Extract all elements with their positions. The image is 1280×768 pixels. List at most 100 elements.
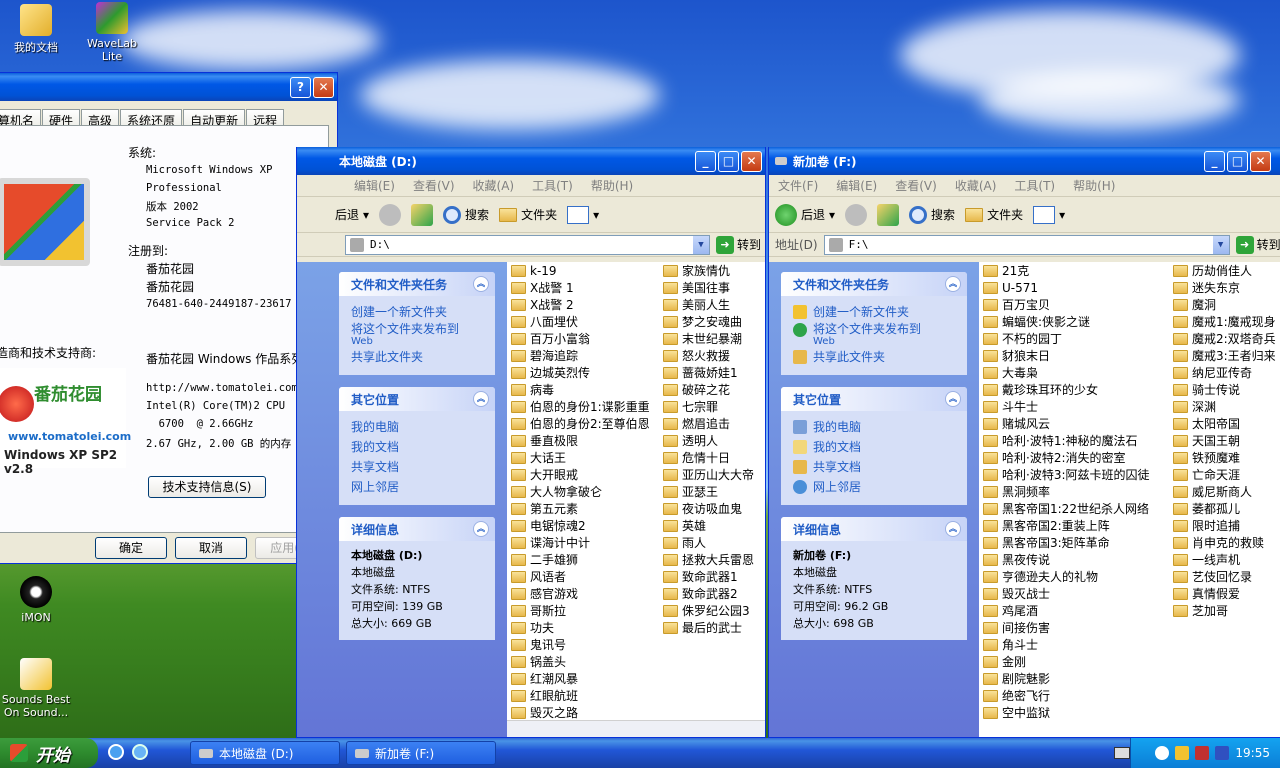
menu-view[interactable]: 查看(V)	[886, 177, 946, 194]
minimize-button[interactable]: _	[1204, 151, 1225, 172]
task-new-folder[interactable]: 创建一个新文件夹	[793, 302, 955, 322]
folders-button[interactable]: 文件夹	[499, 206, 557, 223]
folder-item[interactable]: 绝密飞行	[983, 687, 1150, 704]
folder-item[interactable]: 蔷薇娇娃1	[663, 364, 754, 381]
folder-item[interactable]: 一线声机	[1173, 551, 1276, 568]
close-button[interactable]: ✕	[741, 151, 762, 172]
maximize-button[interactable]: □	[718, 151, 739, 172]
collapse-icon[interactable]: ︽	[473, 276, 489, 292]
folder-item[interactable]: 21克	[983, 262, 1150, 279]
address-input[interactable]: F:\ ▼	[823, 234, 1230, 255]
folder-item[interactable]: 边城英烈传	[511, 364, 650, 381]
folder-item[interactable]: 八面埋伏	[511, 313, 650, 330]
panel-header[interactable]: 详细信息 ︽	[781, 517, 967, 541]
folder-item[interactable]: 功夫	[511, 619, 650, 636]
folder-item[interactable]: k-19	[511, 262, 650, 279]
quick-launch-icon[interactable]	[132, 744, 148, 760]
ok-button[interactable]: 确定	[95, 537, 167, 559]
menu-tools[interactable]: 工具(T)	[523, 177, 582, 194]
views-button[interactable]: ▾	[1033, 205, 1065, 224]
cancel-button[interactable]: 取消	[175, 537, 247, 559]
folder-item[interactable]: 肖申克的救赎	[1173, 534, 1276, 551]
folder-item[interactable]: 百万宝贝	[983, 296, 1150, 313]
up-folder-icon[interactable]	[877, 203, 900, 226]
views-button[interactable]: ▾	[567, 205, 599, 224]
panel-header[interactable]: 其它位置 ︽	[781, 387, 967, 411]
keyboard-icon[interactable]	[1114, 747, 1130, 759]
folder-item[interactable]: 萎都孤儿	[1173, 500, 1276, 517]
folder-item[interactable]: 垂直极限	[511, 432, 650, 449]
folder-item[interactable]: 哥斯拉	[511, 602, 650, 619]
search-button[interactable]: 搜索	[909, 205, 955, 224]
folder-item[interactable]: 毁灭之路	[511, 704, 650, 721]
network-tray-icon[interactable]	[1195, 746, 1210, 760]
folder-item[interactable]: 斗牛士	[983, 398, 1150, 415]
folder-item[interactable]: 铁预魔难	[1173, 449, 1276, 466]
folder-item[interactable]: 黑夜传说	[983, 551, 1150, 568]
folder-item[interactable]: 红潮风暴	[511, 670, 650, 687]
minimize-button[interactable]: _	[695, 151, 716, 172]
folder-item[interactable]: 致命武器1	[663, 568, 754, 585]
folder-item[interactable]: U-571	[983, 279, 1150, 296]
help-button[interactable]: ?	[290, 77, 311, 98]
menu-help[interactable]: 帮助(H)	[582, 177, 642, 194]
start-button[interactable]: 开始	[0, 738, 98, 768]
clock[interactable]: 19:55	[1235, 746, 1270, 760]
panel-header[interactable]: 文件和文件夹任务 ︽	[339, 272, 495, 296]
folder-item[interactable]: 大话王	[511, 449, 650, 466]
folder-item[interactable]: 大开眼戒	[511, 466, 650, 483]
chevron-down-icon[interactable]: ▼	[692, 235, 709, 254]
task-publish-web[interactable]: 将这个文件夹发布到	[351, 322, 483, 337]
folder-item[interactable]: 限时追捕	[1173, 517, 1276, 534]
folder-item[interactable]: 美国往事	[663, 279, 754, 296]
task-publish-web[interactable]: 将这个文件夹发布到	[793, 322, 955, 337]
folder-item[interactable]: 透明人	[663, 432, 754, 449]
folder-item[interactable]: 拯救大兵雷恩	[663, 551, 754, 568]
support-info-button[interactable]: 技术支持信息(S)	[148, 476, 266, 498]
back-button[interactable]: 后退 ▾	[335, 206, 369, 223]
folder-item[interactable]: 骑士传说	[1173, 381, 1276, 398]
taskbar-item-f[interactable]: 新加卷 (F:)	[346, 741, 496, 765]
security-tray-icon[interactable]	[1215, 746, 1230, 760]
folder-item[interactable]: 电锯惊魂2	[511, 517, 650, 534]
folder-item[interactable]: 威尼斯商人	[1173, 483, 1276, 500]
folder-item[interactable]: 黑客帝国3:矩阵革命	[983, 534, 1150, 551]
panel-header[interactable]: 文件和文件夹任务 ︽	[781, 272, 967, 296]
menu-file[interactable]: 文件(F)	[769, 177, 827, 194]
folder-item[interactable]: 不朽的园丁	[983, 330, 1150, 347]
folder-item[interactable]: 家族情仇	[663, 262, 754, 279]
folder-item[interactable]: 亡命天涯	[1173, 466, 1276, 483]
menu-help[interactable]: 帮助(H)	[1064, 177, 1124, 194]
menu-tools[interactable]: 工具(T)	[1005, 177, 1064, 194]
folder-item[interactable]: 哈利·波特1:神秘的魔法石	[983, 432, 1150, 449]
panel-header[interactable]: 详细信息 ︽	[339, 517, 495, 541]
folder-item[interactable]: 致命武器2	[663, 585, 754, 602]
folder-item[interactable]: 雨人	[663, 534, 754, 551]
volume-icon[interactable]	[1175, 746, 1190, 760]
folder-item[interactable]: 真情假爱	[1173, 585, 1276, 602]
chevron-down-icon[interactable]: ▼	[1212, 235, 1229, 254]
collapse-icon[interactable]: ︽	[473, 521, 489, 537]
folder-item[interactable]: 大毒枭	[983, 364, 1150, 381]
folder-item[interactable]: 锅盖头	[511, 653, 650, 670]
folder-item[interactable]: 风语者	[511, 568, 650, 585]
folder-item[interactable]: 夜访吸血鬼	[663, 500, 754, 517]
folder-item[interactable]: 蝙蝠侠:侠影之谜	[983, 313, 1150, 330]
task-share-folder[interactable]: 共享此文件夹	[351, 347, 483, 367]
folder-item[interactable]: 红眼航班	[511, 687, 650, 704]
folder-item[interactable]: 哈利·波特2:消失的密室	[983, 449, 1150, 466]
wavelab-desktop-icon[interactable]: WaveLab Lite	[76, 2, 148, 63]
folder-item[interactable]: 角斗士	[983, 636, 1150, 653]
close-button[interactable]: ✕	[313, 77, 334, 98]
folder-item[interactable]: 黑洞频率	[983, 483, 1150, 500]
folder-item[interactable]: 末世纪暴潮	[663, 330, 754, 347]
folder-item[interactable]: 豺狼末日	[983, 347, 1150, 364]
folder-item[interactable]: 英雄	[663, 517, 754, 534]
forward-icon[interactable]	[379, 203, 402, 226]
folder-item[interactable]: 鬼讯号	[511, 636, 650, 653]
forward-icon[interactable]	[845, 203, 868, 226]
folder-item[interactable]: 迷失东京	[1173, 279, 1276, 296]
chevron-left-icon[interactable]	[1155, 746, 1170, 760]
folder-item[interactable]: 百万小富翁	[511, 330, 650, 347]
folder-item[interactable]: 碧海追踪	[511, 347, 650, 364]
